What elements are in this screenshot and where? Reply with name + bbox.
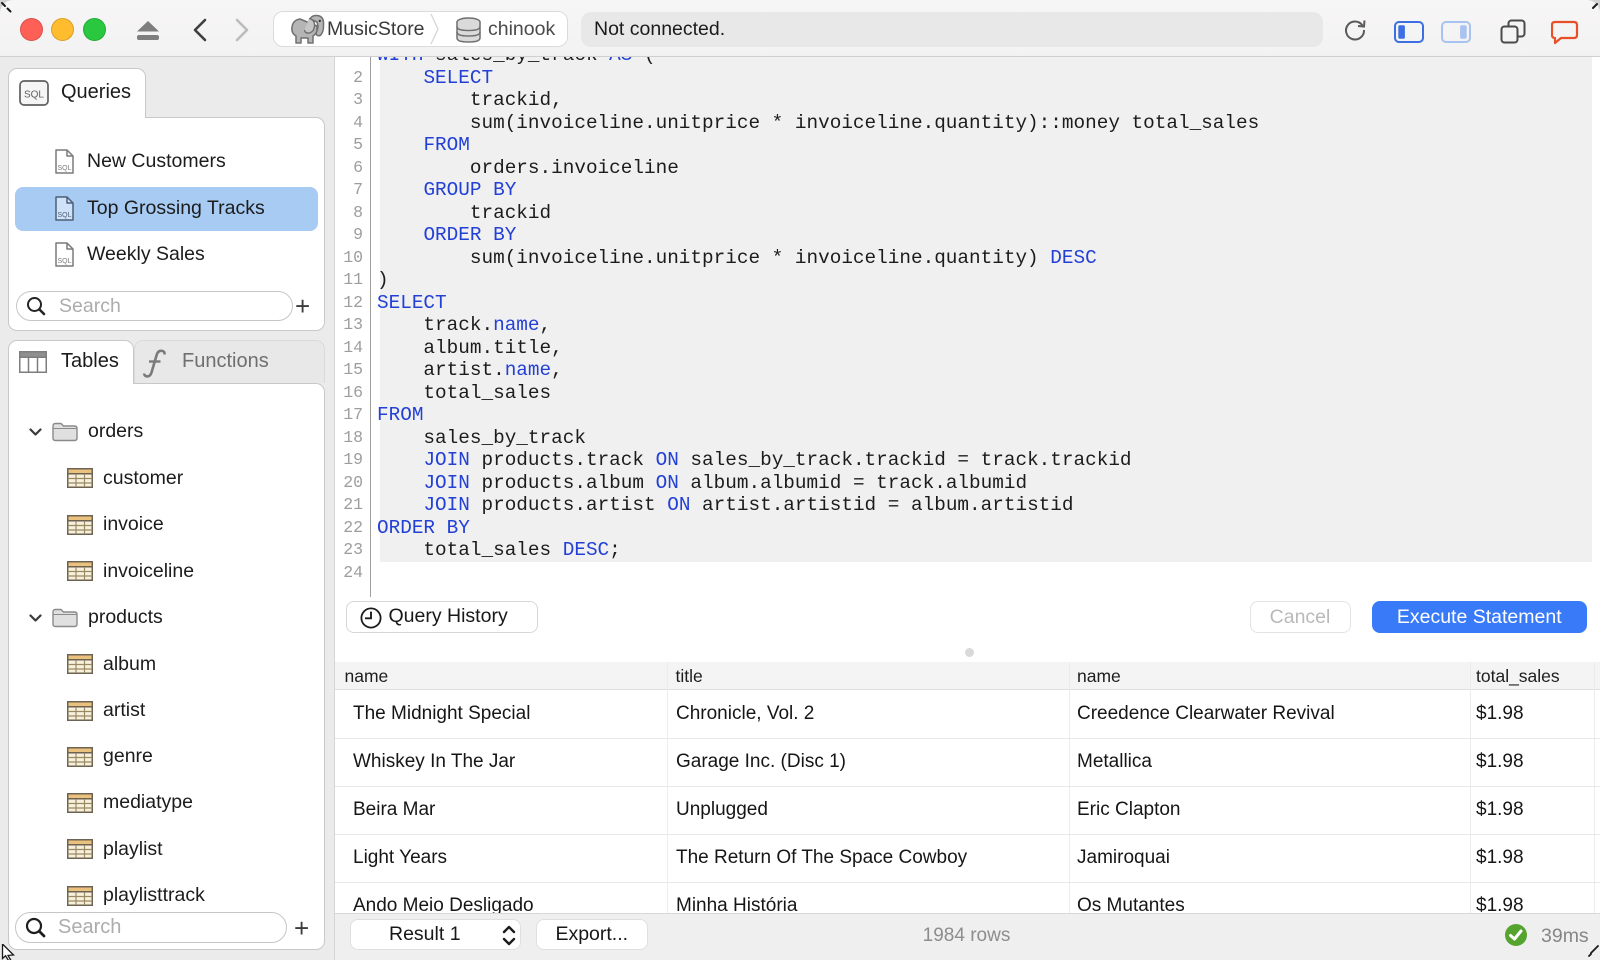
svg-text:SQL: SQL — [57, 258, 71, 265]
svg-text:SQL: SQL — [57, 212, 71, 219]
svg-text:SQL: SQL — [57, 165, 71, 172]
svg-text:SQL: SQL — [23, 89, 43, 100]
